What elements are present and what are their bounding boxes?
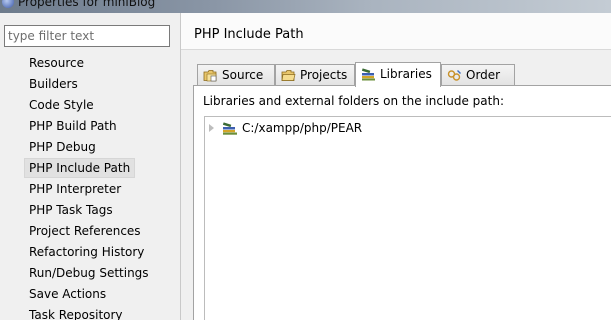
nav-item-php-include-path[interactable]: PHP Include Path — [0, 158, 180, 179]
tab-bar: Source Projects Libraries Order — [197, 62, 611, 87]
tree-item-label: C:/xampp/php/PEAR — [242, 121, 363, 135]
nav-item-project-references[interactable]: Project References — [0, 221, 180, 242]
nav-item-run-debug-settings[interactable]: Run/Debug Settings — [0, 263, 180, 284]
page-header: PHP Include Path — [181, 13, 611, 50]
nav-item-label: Refactoring History — [29, 245, 145, 259]
properties-navigation: Resource Builders Code Style PHP Build P… — [0, 13, 181, 320]
nav-item-label: PHP Build Path — [29, 119, 117, 133]
properties-dialog: Properties for miniBlog Resource Builder… — [0, 0, 611, 320]
projects-icon — [281, 70, 296, 81]
nav-item-label: Builders — [29, 77, 78, 91]
nav-item-label: Resource — [29, 56, 85, 70]
tab-libraries[interactable]: Libraries — [355, 62, 441, 87]
nav-list: Resource Builders Code Style PHP Build P… — [0, 53, 180, 320]
nav-item-label: PHP Interpreter — [29, 182, 122, 196]
tab-source[interactable]: Source — [197, 64, 275, 86]
nav-item-php-interpreter[interactable]: PHP Interpreter — [0, 179, 180, 200]
nav-item-task-repository[interactable]: Task Repository — [0, 305, 180, 320]
page-title: PHP Include Path — [194, 27, 304, 42]
window-title: Properties for miniBlog — [18, 0, 156, 9]
nav-item-refactoring-history[interactable]: Refactoring History — [0, 242, 180, 263]
nav-item-builders[interactable]: Builders — [0, 74, 180, 95]
title-bar[interactable]: Properties for miniBlog — [0, 0, 611, 13]
nav-item-label: PHP Debug — [29, 140, 96, 154]
nav-item-save-actions[interactable]: Save Actions — [0, 284, 180, 305]
libraries-panel: Libraries and external folders on the in… — [193, 85, 611, 320]
nav-item-label: PHP Include Path — [24, 158, 136, 178]
libraries-description: Libraries and external folders on the in… — [203, 94, 505, 108]
nav-item-php-debug[interactable]: PHP Debug — [0, 137, 180, 158]
nav-item-label: Project References — [29, 224, 141, 238]
library-folder-icon — [222, 122, 237, 135]
app-icon — [2, 0, 14, 8]
nav-item-label: PHP Task Tags — [29, 203, 113, 217]
properties-page: PHP Include Path Source Projects Librari… — [181, 13, 611, 320]
order-icon — [447, 70, 461, 81]
tab-libraries-label: Libraries — [380, 67, 432, 81]
libraries-tree[interactable]: C:/xampp/php/PEAR — [204, 116, 611, 320]
tab-order[interactable]: Order — [441, 64, 515, 86]
nav-item-label: Save Actions — [29, 287, 107, 301]
nav-item-code-style[interactable]: Code Style — [0, 95, 180, 116]
nav-item-label: Code Style — [29, 98, 94, 112]
nav-item-php-build-path[interactable]: PHP Build Path — [0, 116, 180, 137]
source-folder-icon — [203, 70, 217, 82]
filter-input[interactable] — [4, 25, 170, 47]
nav-item-label: Task Repository — [29, 308, 123, 320]
tab-order-label: Order — [466, 68, 501, 82]
libraries-icon — [361, 68, 375, 81]
nav-item-php-task-tags[interactable]: PHP Task Tags — [0, 200, 180, 221]
nav-item-label: Run/Debug Settings — [29, 266, 149, 280]
tab-source-label: Source — [222, 68, 264, 82]
tab-projects[interactable]: Projects — [275, 64, 355, 86]
tab-projects-label: Projects — [300, 68, 348, 82]
nav-item-resource[interactable]: Resource — [0, 53, 180, 74]
expand-arrow-icon[interactable] — [209, 124, 214, 132]
